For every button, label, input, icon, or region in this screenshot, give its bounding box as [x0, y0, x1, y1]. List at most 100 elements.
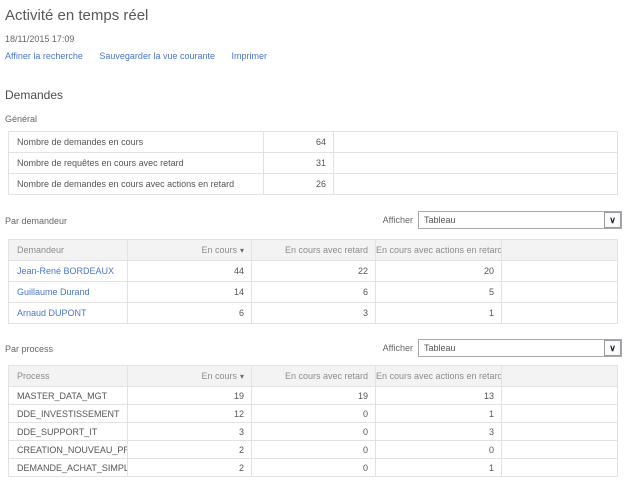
name-cell: DDE_INVESTISSEMENT — [9, 405, 128, 423]
refine-search-link[interactable]: Affiner la recherche — [5, 51, 83, 61]
column-header-process[interactable]: Process — [9, 366, 128, 387]
table-header-row: Process En cours▾ En cours avec retard E… — [9, 366, 618, 387]
display-control: Afficher Tableau ∨ — [383, 211, 622, 229]
empty-cell — [502, 282, 618, 303]
by-requester-table: Demandeur En cours▾ En cours avec retard… — [8, 239, 618, 324]
table-row: DEMANDE_ACHAT_SIMPLE201 — [9, 459, 618, 477]
column-header-en-cours[interactable]: En cours▾ — [128, 366, 252, 387]
page-title: Activité en temps réel — [5, 7, 148, 24]
by-process-header: Par process Afficher Tableau ∨ — [0, 339, 624, 357]
name-cell: Nombre de demandes en cours — [9, 132, 264, 153]
column-header-en-cours[interactable]: En cours▾ — [128, 240, 252, 261]
table-row: DDE_SUPPORT_IT303 — [9, 423, 618, 441]
value-cell: 3 — [128, 423, 252, 441]
requester-link[interactable]: Arnaud DUPONT — [17, 308, 87, 318]
value-cell: 14 — [128, 282, 252, 303]
by-process-table: Process En cours▾ En cours avec retard E… — [8, 365, 618, 477]
real-time-activity-page: Activité en temps réel 18/11/2015 17:09 … — [0, 0, 624, 486]
value-cell: 6 — [128, 303, 252, 324]
column-header-actions-retard[interactable]: En cours avec actions en retard — [376, 366, 502, 387]
general-table-body: Nombre de demandes en cours64Nombre de r… — [9, 132, 618, 195]
empty-cell — [334, 132, 618, 153]
empty-cell — [502, 441, 618, 459]
general-label: Général — [5, 114, 37, 124]
by-requester-header: Par demandeur Afficher Tableau ∨ — [0, 211, 624, 229]
name-cell: DEMANDE_ACHAT_SIMPLE — [9, 459, 128, 477]
display-control: Afficher Tableau ∨ — [383, 339, 622, 357]
by-requester-label: Par demandeur — [5, 216, 67, 226]
empty-cell — [502, 303, 618, 324]
value-cell: 12 — [128, 405, 252, 423]
empty-cell — [334, 174, 618, 195]
empty-cell — [502, 405, 618, 423]
display-mode-value: Tableau — [419, 215, 456, 225]
value-cell: 0 — [252, 441, 376, 459]
column-header-demandeur[interactable]: Demandeur — [9, 240, 128, 261]
empty-cell — [502, 459, 618, 477]
value-cell: 5 — [376, 282, 502, 303]
column-header-empty — [502, 366, 618, 387]
column-header-actions-retard[interactable]: En cours avec actions en retard — [376, 240, 502, 261]
value-cell: 3 — [376, 423, 502, 441]
value-cell: 13 — [376, 387, 502, 405]
value-cell: 0 — [376, 441, 502, 459]
value-cell: 31 — [264, 153, 334, 174]
display-mode-select[interactable]: Tableau ∨ — [418, 339, 622, 357]
display-mode-value: Tableau — [419, 343, 456, 353]
section-title-demandes: Demandes — [5, 88, 63, 102]
value-cell: 0 — [252, 459, 376, 477]
table-row: Nombre de demandes en cours64 — [9, 132, 618, 153]
value-cell: 6 — [252, 282, 376, 303]
value-cell: 20 — [376, 261, 502, 282]
column-header-en-cours-retard[interactable]: En cours avec retard — [252, 240, 376, 261]
empty-cell — [334, 153, 618, 174]
toolbar: Affiner la recherche Sauvegarder la vue … — [5, 51, 281, 61]
value-cell: 19 — [252, 387, 376, 405]
table-row: Jean-René BORDEAUX 442220 — [9, 261, 618, 282]
value-cell: 2 — [128, 441, 252, 459]
name-cell: Nombre de requêtes en cours avec retard — [9, 153, 264, 174]
sort-desc-icon: ▾ — [240, 372, 244, 381]
requester-link[interactable]: Guillaume Durand — [17, 287, 90, 297]
chevron-down-icon[interactable]: ∨ — [604, 212, 621, 228]
value-cell: 44 — [128, 261, 252, 282]
chevron-down-icon[interactable]: ∨ — [604, 340, 621, 356]
name-cell: Nombre de demandes en cours avec actions… — [9, 174, 264, 195]
by-process-label: Par process — [5, 344, 53, 354]
value-cell: 0 — [252, 405, 376, 423]
value-cell: 22 — [252, 261, 376, 282]
name-cell: CREATION_NOUVEAU_PRODUIT — [9, 441, 128, 459]
value-cell: 19 — [128, 387, 252, 405]
value-cell: 2 — [128, 459, 252, 477]
empty-cell — [502, 423, 618, 441]
table-header-row: Demandeur En cours▾ En cours avec retard… — [9, 240, 618, 261]
name-cell: Arnaud DUPONT — [9, 303, 128, 324]
afficher-label: Afficher — [383, 215, 413, 225]
table-row: Guillaume Durand 1465 — [9, 282, 618, 303]
display-mode-select[interactable]: Tableau ∨ — [418, 211, 622, 229]
value-cell: 1 — [376, 459, 502, 477]
table-row: Nombre de requêtes en cours avec retard3… — [9, 153, 618, 174]
requester-link[interactable]: Jean-René BORDEAUX — [17, 266, 114, 276]
table-row: CREATION_NOUVEAU_PRODUIT200 — [9, 441, 618, 459]
save-current-view-link[interactable]: Sauvegarder la vue courante — [99, 51, 215, 61]
name-cell: DDE_SUPPORT_IT — [9, 423, 128, 441]
name-cell: MASTER_DATA_MGT — [9, 387, 128, 405]
name-cell: Jean-René BORDEAUX — [9, 261, 128, 282]
column-header-en-cours-retard[interactable]: En cours avec retard — [252, 366, 376, 387]
name-cell: Guillaume Durand — [9, 282, 128, 303]
empty-cell — [502, 387, 618, 405]
print-link[interactable]: Imprimer — [232, 51, 268, 61]
afficher-label: Afficher — [383, 343, 413, 353]
table-row: Nombre de demandes en cours avec actions… — [9, 174, 618, 195]
value-cell: 64 — [264, 132, 334, 153]
by-process-table-body: MASTER_DATA_MGT191913DDE_INVESTISSEMENT1… — [9, 387, 618, 477]
table-row: DDE_INVESTISSEMENT1201 — [9, 405, 618, 423]
value-cell: 26 — [264, 174, 334, 195]
column-header-empty — [502, 240, 618, 261]
by-requester-table-body: Jean-René BORDEAUX442220Guillaume Durand… — [9, 261, 618, 324]
table-row: MASTER_DATA_MGT191913 — [9, 387, 618, 405]
empty-cell — [502, 261, 618, 282]
table-row: Arnaud DUPONT631 — [9, 303, 618, 324]
value-cell: 1 — [376, 303, 502, 324]
